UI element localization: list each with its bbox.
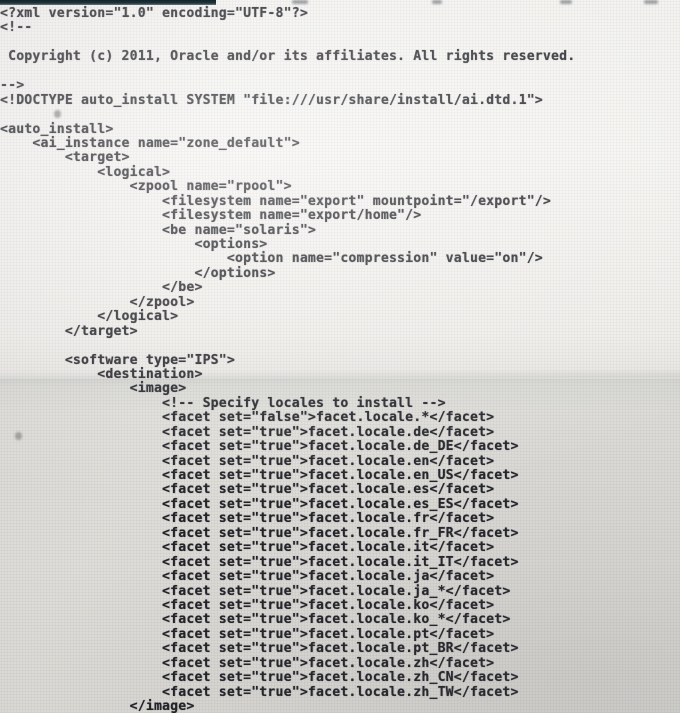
code-line: <facet set="true">facet.locale.it</facet… bbox=[0, 540, 495, 556]
top-bezel-bar bbox=[0, 0, 216, 5]
code-line: <ai_instance name="zone_default"> bbox=[0, 135, 300, 151]
code-line: <facet set="true">facet.locale.zh</facet… bbox=[0, 655, 495, 671]
code-line: <?xml version="1.0" encoding="UTF-8"?> bbox=[0, 6, 308, 21]
xml-source-listing: <?xml version="1.0" encoding="UTF-8"?> <!… bbox=[0, 6, 680, 713]
code-line: <facet set="true">facet.locale.ja</facet… bbox=[0, 569, 495, 585]
code-line: <facet set="true">facet.locale.de</facet… bbox=[0, 424, 495, 440]
code-line: </logical> bbox=[0, 309, 179, 325]
code-line: <facet set="true">facet.locale.en</facet… bbox=[0, 453, 495, 469]
code-line: <facet set="true">facet.locale.de_DE</fa… bbox=[0, 439, 519, 455]
code-line: <filesystem name="export/home"/> bbox=[0, 208, 422, 224]
code-line: <be name="solaris"> bbox=[0, 222, 317, 238]
code-line: <auto_install> bbox=[0, 121, 114, 137]
code-line: <facet set="true">facet.locale.zh_TW</fa… bbox=[0, 684, 519, 700]
code-line: <!DOCTYPE auto_install SYSTEM "file:///u… bbox=[0, 92, 543, 108]
code-line: <facet set="true">facet.locale.zh_CN</fa… bbox=[0, 670, 519, 686]
top-smudge-b bbox=[432, 0, 442, 4]
code-line: <target> bbox=[0, 150, 130, 166]
code-line: <facet set="true">facet.locale.pt_BR</fa… bbox=[0, 641, 519, 657]
code-line: <zpool name="rpool"> bbox=[0, 179, 292, 195]
code-line: Copyright (c) 2011, Oracle and/or its af… bbox=[0, 49, 576, 65]
screen-photo: <?xml version="1.0" encoding="UTF-8"?> <!… bbox=[0, 0, 680, 713]
code-line: </target> bbox=[0, 323, 138, 339]
code-line: <facet set="false">facet.locale.*</facet… bbox=[0, 410, 495, 426]
code-line: <filesystem name="export" mountpoint="/e… bbox=[0, 193, 552, 209]
code-line: <facet set="true">facet.locale.fr</facet… bbox=[0, 511, 495, 527]
code-line: <facet set="true">facet.locale.it_IT</fa… bbox=[0, 554, 519, 570]
code-line: <facet set="true">facet.locale.ja_*</fac… bbox=[0, 583, 511, 599]
code-line: </image> bbox=[0, 699, 195, 713]
top-smudge-c bbox=[560, 0, 572, 4]
code-line: <software type="IPS"> bbox=[0, 352, 235, 368]
code-line: </be> bbox=[0, 280, 203, 296]
code-line: --> bbox=[0, 78, 25, 94]
code-line: <!-- bbox=[0, 20, 33, 36]
top-smudge-d bbox=[644, 0, 658, 4]
code-line: <facet set="true">facet.locale.ko_*</fac… bbox=[0, 612, 511, 628]
code-line: <facet set="true">facet.locale.es</facet… bbox=[0, 482, 495, 498]
code-line: <image> bbox=[0, 381, 187, 397]
top-smudge-a bbox=[292, 0, 308, 4]
code-line: <option name="compression" value="on"/> bbox=[0, 251, 543, 267]
